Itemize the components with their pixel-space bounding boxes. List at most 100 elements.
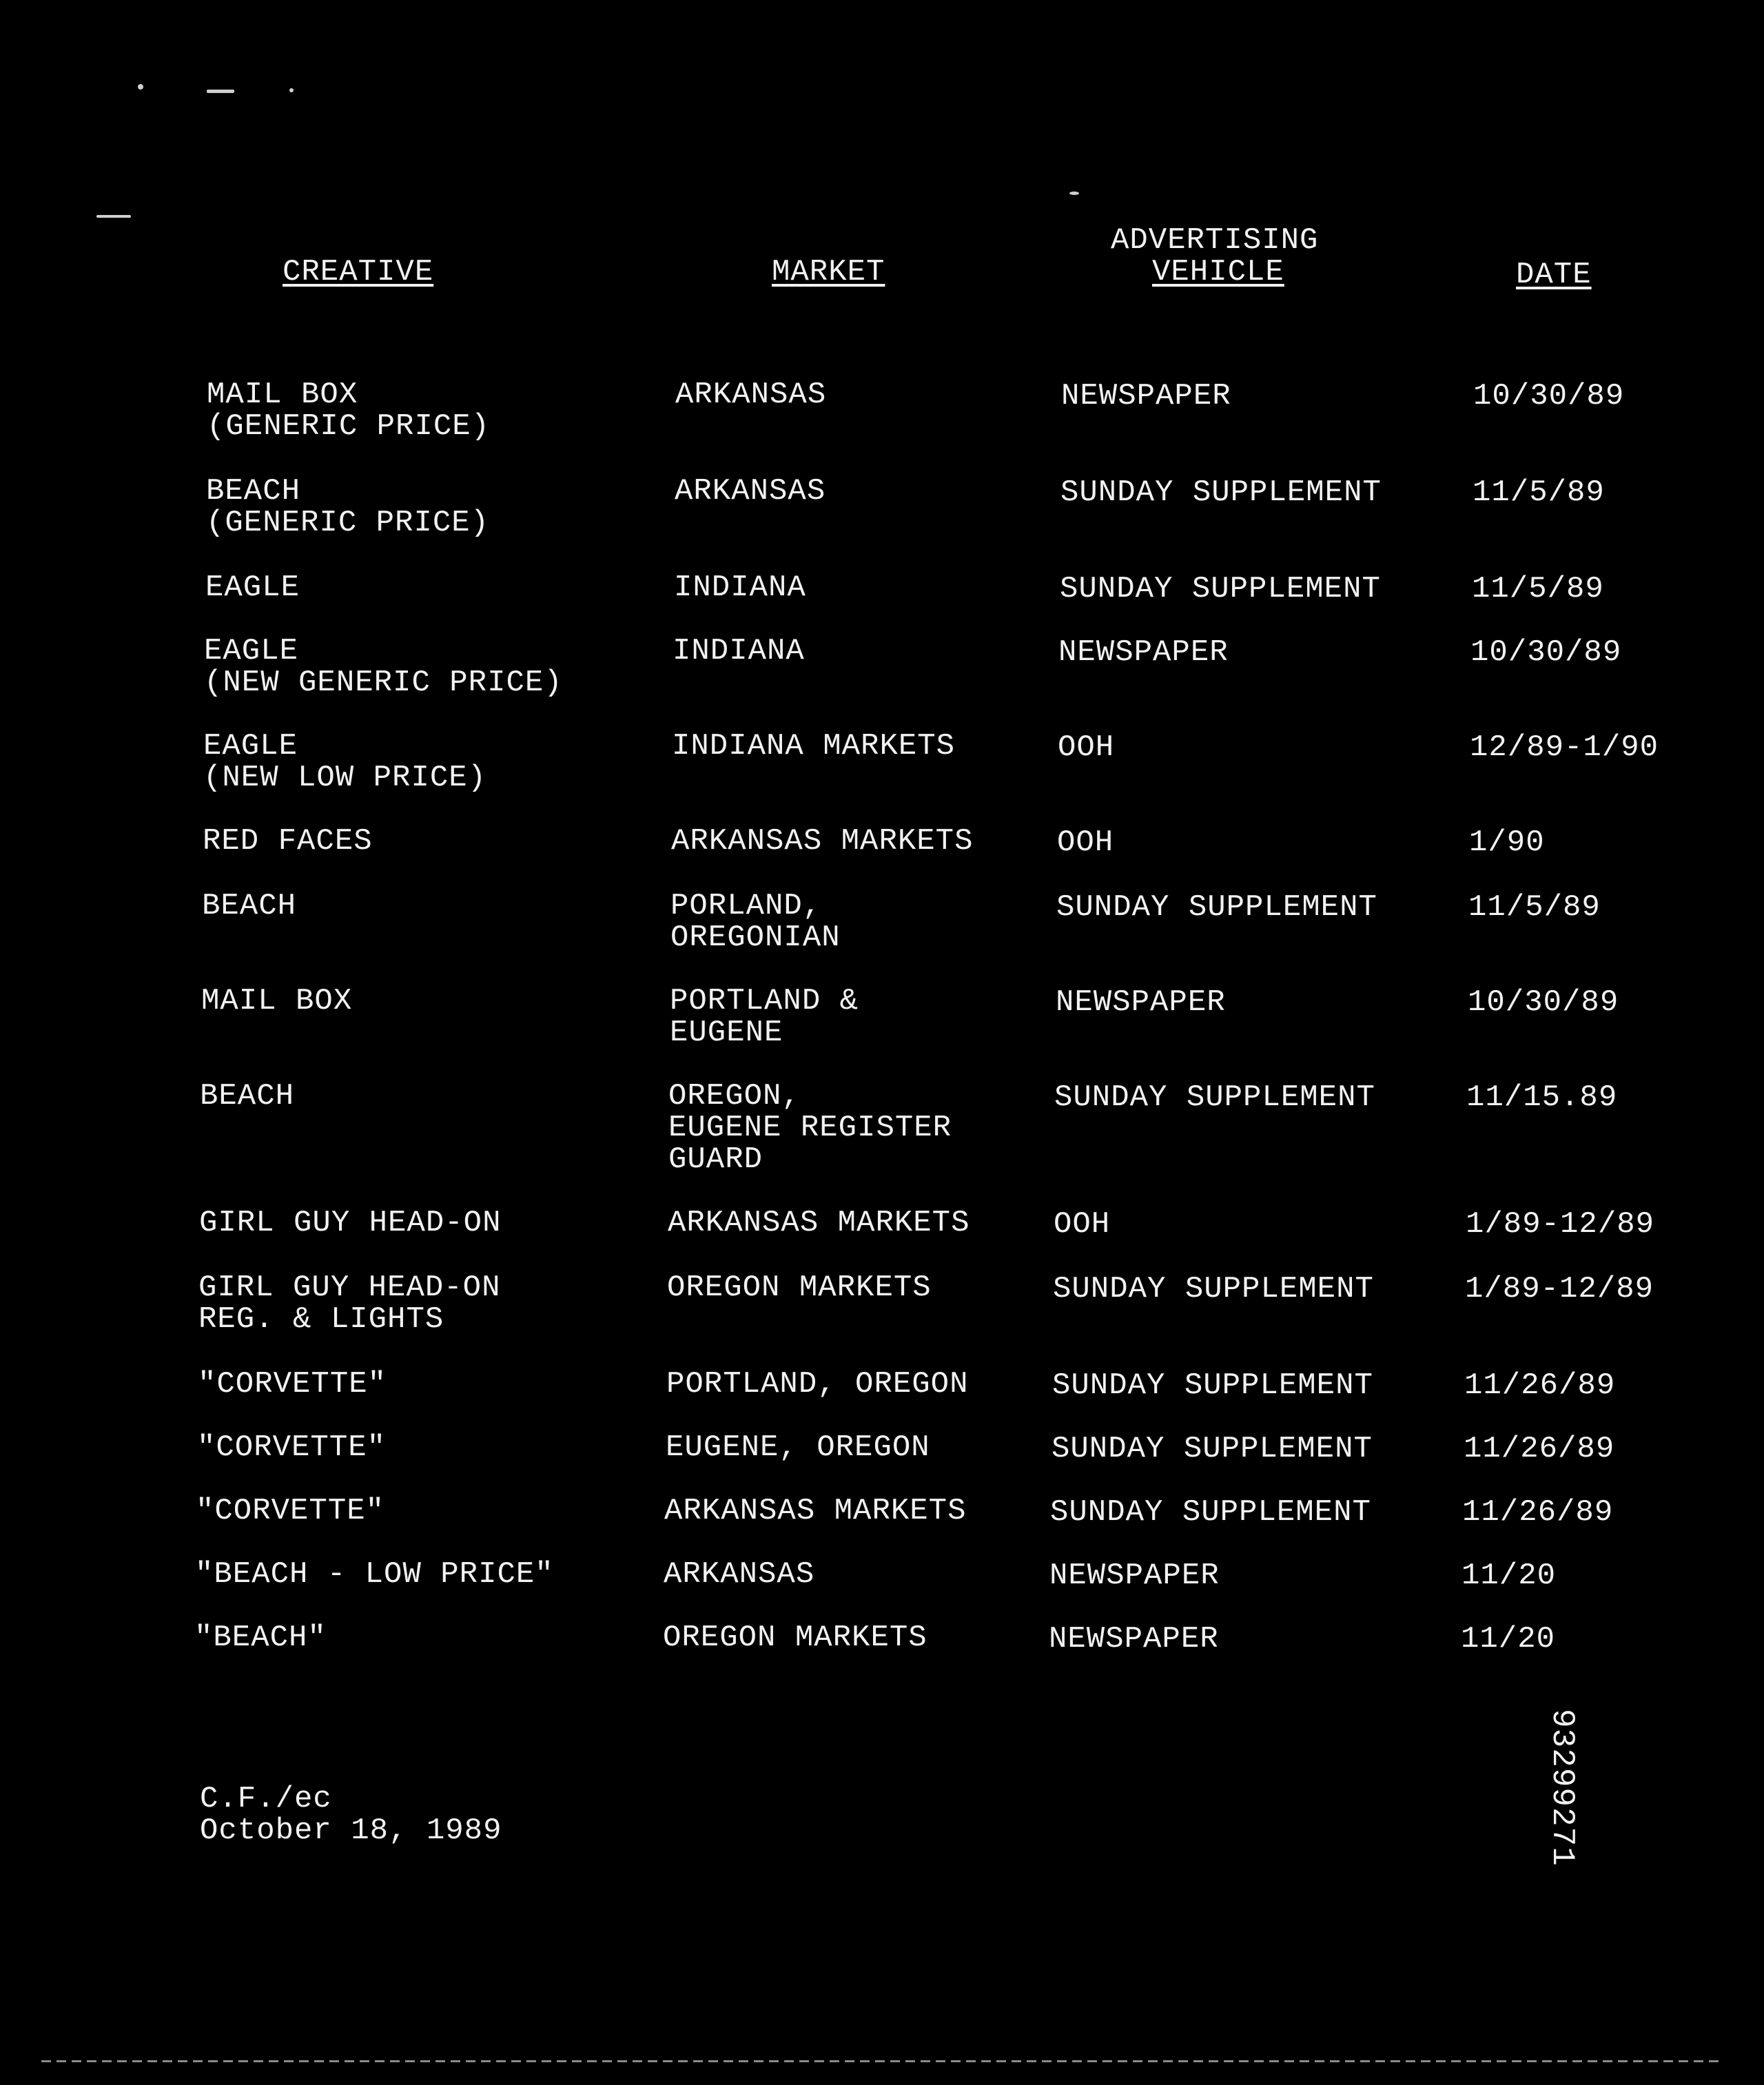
creative-cell-line: (GENERIC PRICE) <box>207 409 491 444</box>
market-cell-line: ARKANSAS MARKETS <box>671 824 974 859</box>
vehicle-cell: SUNDAY SUPPLEMENT <box>1052 1368 1373 1403</box>
creative-cell: "BEACH" <box>194 1622 327 1654</box>
market-cell: EUGENE, OREGON <box>666 1432 930 1463</box>
scan-edge-line <box>41 2060 1723 2062</box>
date-cell: 11/5/89 <box>1472 572 1604 606</box>
creative-cell: "CORVETTE" <box>197 1432 386 1463</box>
header-vehicle-top: ADVERTISING <box>1111 223 1319 258</box>
market-cell: PORTLAND, OREGON <box>666 1368 968 1400</box>
date-cell: 1/89-12/89 <box>1466 1207 1655 1242</box>
date-cell: 1/90 <box>1469 825 1545 860</box>
market-cell-line: OREGON, <box>668 1079 801 1113</box>
scan-speck <box>1069 192 1079 195</box>
creative-cell-line: REG. & LIGHTS <box>198 1302 444 1337</box>
market-cell-line: OREGON MARKETS <box>667 1271 932 1305</box>
header-vehicle-bottom: VEHICLE <box>1152 255 1284 289</box>
creative-cell-line: "CORVETTE" <box>198 1367 387 1401</box>
vehicle-cell: OOH <box>1054 1207 1111 1242</box>
creative-cell-line: MAIL BOX <box>207 378 358 412</box>
header-creative: CREATIVE <box>283 255 434 289</box>
market-cell-line: ARKANSAS MARKETS <box>664 1494 967 1528</box>
market-cell-line: OREGON MARKETS <box>663 1621 927 1655</box>
vehicle-cell: NEWSPAPER <box>1049 1559 1220 1593</box>
date-cell: 12/89-1/90 <box>1470 730 1659 765</box>
scan-speck <box>96 215 131 218</box>
creative-cell-line: (GENERIC PRICE) <box>206 506 490 540</box>
creative-cell-line: (NEW GENERIC PRICE) <box>204 666 563 700</box>
creative-cell: GIRL GUY HEAD-ON <box>199 1207 501 1239</box>
date-cell: 10/30/89 <box>1468 985 1619 1020</box>
creative-cell: MAIL BOX <box>201 985 352 1017</box>
market-cell: ARKANSAS <box>675 379 826 411</box>
creative-cell: EAGLE <box>205 572 300 604</box>
market-cell-line: EUGENE REGISTER <box>668 1111 952 1145</box>
footer-date: October 18, 1989 <box>200 1814 502 1848</box>
scan-speck <box>207 90 234 93</box>
creative-cell: "BEACH - LOW PRICE" <box>195 1559 554 1590</box>
creative-cell-line: "CORVETTE" <box>197 1430 387 1465</box>
vehicle-cell: SUNDAY SUPPLEMENT <box>1056 890 1377 925</box>
market-cell: INDIANA <box>673 635 805 667</box>
market-cell: OREGON MARKETS <box>663 1622 927 1654</box>
creative-cell-line: BEACH <box>200 1079 295 1113</box>
market-cell: INDIANA MARKETS <box>672 730 955 762</box>
creative-cell-line: BEACH <box>206 474 301 509</box>
market-cell-line: OREGONIAN <box>670 921 841 955</box>
vehicle-cell: SUNDAY SUPPLEMENT <box>1060 572 1381 606</box>
creative-cell: RED FACES <box>203 825 373 857</box>
creative-cell-line: (NEW LOW PRICE) <box>203 761 487 795</box>
date-cell: 11/26/89 <box>1464 1432 1615 1466</box>
creative-cell: GIRL GUY HEAD-ON REG. & LIGHTS <box>198 1272 500 1335</box>
document-id: 93299271 <box>1544 1709 1580 1867</box>
market-cell: OREGON MARKETS <box>667 1272 932 1304</box>
header-market: MARKET <box>772 255 885 289</box>
market-cell-line: INDIANA MARKETS <box>672 729 956 763</box>
creative-cell-line: EAGLE <box>205 571 300 605</box>
date-cell: 10/30/89 <box>1473 379 1625 413</box>
market-cell-line: INDIANA <box>674 571 806 605</box>
creative-cell-line: "BEACH - LOW PRICE" <box>195 1557 554 1592</box>
creative-cell: EAGLE (NEW LOW PRICE) <box>203 730 486 794</box>
vehicle-cell: OOH <box>1058 730 1115 765</box>
date-cell: 11/20 <box>1462 1559 1557 1593</box>
vehicle-cell: SUNDAY SUPPLEMENT <box>1052 1432 1373 1466</box>
scan-speck <box>138 84 143 90</box>
market-cell-line: PORTLAND & <box>670 984 859 1018</box>
date-cell: 10/30/89 <box>1470 635 1622 670</box>
creative-cell-line: RED FACES <box>203 824 373 859</box>
date-cell: 11/26/89 <box>1464 1368 1616 1403</box>
creative-cell-line: BEACH <box>202 889 297 923</box>
vehicle-cell: NEWSPAPER <box>1058 635 1229 670</box>
creative-cell-line: MAIL BOX <box>201 984 353 1018</box>
creative-cell: BEACH <box>200 1080 294 1112</box>
market-cell: ARKANSAS <box>664 1559 814 1590</box>
scan-speck <box>289 88 294 92</box>
market-cell: ARKANSAS MARKETS <box>664 1495 966 1527</box>
vehicle-cell: SUNDAY SUPPLEMENT <box>1054 1080 1375 1115</box>
market-cell: INDIANA <box>674 572 806 604</box>
market-cell: PORLAND, OREGONIAN <box>670 890 841 954</box>
market-cell-line: ARKANSAS <box>675 474 826 509</box>
market-cell-line: GUARD <box>668 1142 763 1177</box>
date-cell: 11/20 <box>1461 1622 1556 1656</box>
footer-initials: C.F./ec <box>200 1782 332 1816</box>
vehicle-cell: SUNDAY SUPPLEMENT <box>1060 475 1382 510</box>
market-cell: ARKANSAS MARKETS <box>671 825 973 857</box>
creative-cell: BEACH <box>202 890 296 922</box>
creative-cell-line: "CORVETTE" <box>196 1494 385 1528</box>
market-cell-line: EUGENE, OREGON <box>666 1430 930 1465</box>
market-cell-line: ARKANSAS MARKETS <box>668 1206 970 1240</box>
creative-cell: "CORVETTE" <box>198 1368 387 1400</box>
creative-cell-line: EAGLE <box>204 634 299 668</box>
creative-cell-line: EAGLE <box>203 729 298 763</box>
header-date: DATE <box>1516 258 1592 292</box>
market-cell-line: PORLAND, <box>670 889 822 923</box>
vehicle-cell: NEWSPAPER <box>1061 379 1231 413</box>
date-cell: 1/89-12/89 <box>1465 1272 1654 1306</box>
creative-cell: BEACH (GENERIC PRICE) <box>206 475 489 539</box>
market-cell: PORTLAND & EUGENE <box>670 985 859 1049</box>
vehicle-cell: OOH <box>1057 825 1114 860</box>
creative-cell-line: GIRL GUY HEAD-ON <box>198 1271 501 1305</box>
market-cell-line: ARKANSAS <box>675 378 827 412</box>
market-cell: ARKANSAS MARKETS <box>668 1207 970 1239</box>
